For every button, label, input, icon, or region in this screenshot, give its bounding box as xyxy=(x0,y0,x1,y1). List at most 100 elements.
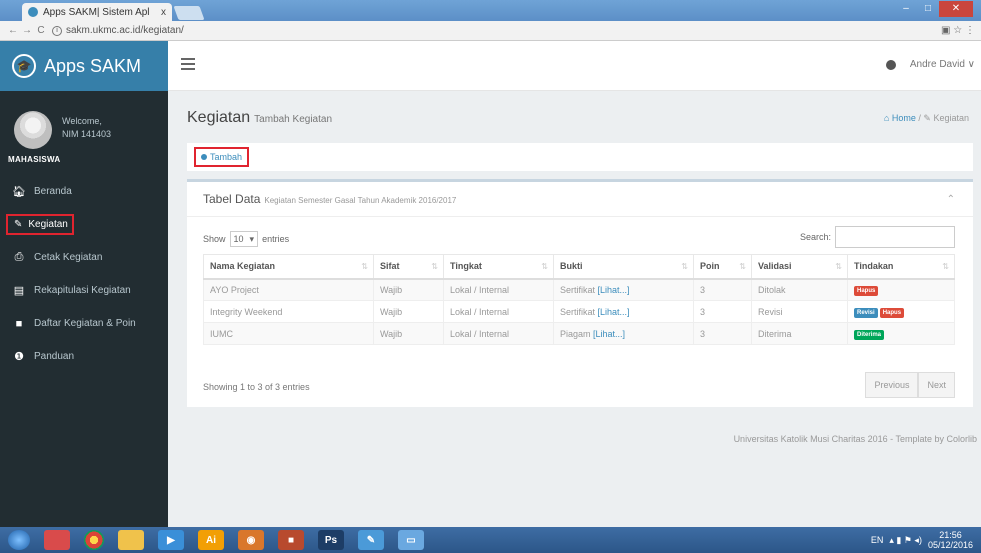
sidebar-item-cetak-kegiatan[interactable]: ⎙ Cetak Kegiatan xyxy=(0,241,168,274)
sidebar-menu: 🏠︎ Beranda ✎ Kegiatan ⎙ Cetak Kegiatan ▤ … xyxy=(0,175,168,373)
tab-close-icon[interactable]: x xyxy=(161,7,166,18)
column-header-sifat[interactable]: Sifat ⇅ xyxy=(373,254,444,280)
address-bar: ← → C i sakm.ukmc.ac.id/kegiatan/ ▣ ☆ ⋮ xyxy=(0,21,981,41)
breadcrumb-separator: / xyxy=(918,113,921,123)
printer-icon: ⎙ xyxy=(14,251,24,263)
language-indicator[interactable]: EN xyxy=(871,535,884,545)
brand-logo[interactable]: 🎓 Apps SAKM xyxy=(0,41,168,91)
column-header-nama-kegiatan[interactable]: Nama Kegiatan ⇅ xyxy=(203,254,374,280)
sort-icon: ⇅ xyxy=(431,262,438,271)
clock[interactable]: 21:56 05/12/2016 xyxy=(928,530,973,550)
column-header-poin[interactable]: Poin ⇅ xyxy=(693,254,752,280)
previous-button[interactable]: Previous xyxy=(865,372,919,398)
app-icon[interactable]: ■ xyxy=(278,530,304,550)
column-header-tingkat[interactable]: Tingkat ⇅ xyxy=(443,254,554,280)
search-input[interactable] xyxy=(835,226,955,248)
lihat-link[interactable]: [Lihat...] xyxy=(593,329,625,339)
sort-icon: ⇅ xyxy=(835,262,842,271)
system-tray: EN ▴ ▮ ⚑ ◂) 21:56 05/12/2016 xyxy=(871,530,973,550)
app-icon[interactable]: ▭ xyxy=(398,530,424,550)
panel-title: Tabel Data Kegiatan Semester Gasal Tahun … xyxy=(203,192,456,206)
start-button-icon[interactable] xyxy=(8,530,30,550)
cell-tindakan: Diterima xyxy=(847,322,955,345)
next-button[interactable]: Next xyxy=(918,372,955,398)
column-header-bukti[interactable]: Bukti ⇅ xyxy=(553,254,694,280)
browser-tab[interactable]: Apps SAKM| Sistem Apl x xyxy=(22,3,172,21)
sort-icon: ⇅ xyxy=(361,262,368,271)
sidebar-item-label: Daftar Kegiatan & Poin xyxy=(34,318,136,329)
column-header-label: Tingkat xyxy=(450,261,482,272)
entries-select-value: 10 xyxy=(233,234,244,244)
data-table-panel: Tabel Data Kegiatan Semester Gasal Tahun … xyxy=(187,179,973,407)
collapse-icon[interactable]: ⌃ xyxy=(947,194,955,205)
graduation-cap-icon: 🎓 xyxy=(12,54,36,78)
app-icon[interactable] xyxy=(44,530,70,550)
table-row: AYO Project Wajib Lokal / Internal Serti… xyxy=(203,278,955,301)
cell-nama: Integrity Weekend xyxy=(203,300,374,323)
cell-tingkat: Lokal / Internal xyxy=(443,278,554,301)
page-subtitle: Tambah Kegiatan xyxy=(254,114,333,125)
lihat-link[interactable]: [Lihat...] xyxy=(598,285,630,295)
cell-sifat: Wajib xyxy=(373,322,444,345)
search-label: Search: xyxy=(799,232,831,242)
plus-circle-icon xyxy=(201,154,207,160)
column-header-tindakan[interactable]: Tindakan ⇅ xyxy=(847,254,955,280)
tab-title: Apps SAKM| Sistem Apl xyxy=(43,6,150,18)
media-icon[interactable]: ◉ xyxy=(238,530,264,550)
photoshop-icon[interactable]: Ps xyxy=(318,530,344,550)
sidebar-item-label: ✎ Kegiatan xyxy=(6,214,74,235)
site-info-icon[interactable]: i xyxy=(52,25,62,36)
url-text: sakm.ukmc.ac.id/kegiatan/ xyxy=(66,25,184,36)
reload-button[interactable]: C xyxy=(34,25,48,36)
avatar xyxy=(14,111,52,149)
hapus-button[interactable]: Hapus xyxy=(854,285,879,296)
sidebar-item-daftar-kegiatan-poin[interactable]: ■ Daftar Kegiatan & Poin xyxy=(0,307,168,340)
show-entries: Show 10 ▾ entries xyxy=(203,231,289,247)
tray-icons[interactable]: ▴ ▮ ⚑ ◂) xyxy=(889,535,922,546)
url-field[interactable]: i sakm.ukmc.ac.id/kegiatan/ xyxy=(52,25,941,36)
sidebar-item-panduan[interactable]: ❶ Panduan xyxy=(0,340,168,373)
illustrator-icon[interactable]: Ai xyxy=(198,530,224,550)
sidebar-item-label: Beranda xyxy=(34,186,72,197)
table-info: Showing 1 to 3 of 3 entries xyxy=(203,382,310,392)
entries-select[interactable]: 10 ▾ xyxy=(229,231,259,247)
revisi-button[interactable]: Revisi xyxy=(854,307,878,318)
folder-icon[interactable] xyxy=(118,530,144,550)
column-header-validasi[interactable]: Validasi ⇅ xyxy=(751,254,848,280)
breadcrumb-home-label: Home xyxy=(891,113,916,123)
user-menu[interactable]: Andre David ∨ xyxy=(910,59,975,70)
lihat-link[interactable]: [Lihat...] xyxy=(598,307,630,317)
cell-bukti: Piagam [Lihat...] xyxy=(553,322,694,345)
breadcrumb-home[interactable]: ⌂ Home xyxy=(884,113,916,123)
column-header-label: Nama Kegiatan xyxy=(210,261,276,272)
cell-nama: IUMC xyxy=(203,322,374,345)
user-nim: NIM 141403 xyxy=(62,129,112,139)
cell-validasi: Revisi xyxy=(751,300,848,323)
media-player-icon[interactable]: ▶ xyxy=(158,530,184,550)
cell-validasi: Diterima xyxy=(751,322,848,345)
bukti-text: Sertifikat xyxy=(560,306,596,317)
minimize-button[interactable]: – xyxy=(895,1,917,17)
window-close-button[interactable]: ✕ xyxy=(939,1,973,17)
chrome-icon[interactable] xyxy=(84,530,104,550)
maximize-button[interactable]: □ xyxy=(917,1,939,17)
sidebar-item-kegiatan[interactable]: ✎ Kegiatan xyxy=(0,208,168,241)
document-icon: ▤ xyxy=(13,285,25,297)
sidebar-item-rekapitulasi-kegiatan[interactable]: ▤ Rekapitulasi Kegiatan xyxy=(0,274,168,307)
globe-icon[interactable] xyxy=(885,59,896,70)
sidebar-item-beranda[interactable]: 🏠︎ Beranda xyxy=(0,175,168,208)
cell-sifat: Wajib xyxy=(373,278,444,301)
forward-button[interactable]: → xyxy=(20,25,34,36)
navbar-right: Andre David ∨ xyxy=(885,59,975,70)
extension-icons[interactable]: ▣ ☆ ⋮ xyxy=(941,25,975,36)
sidebar-item-label: Cetak Kegiatan xyxy=(34,252,103,263)
hamburger-menu-icon[interactable] xyxy=(181,58,195,70)
hapus-button[interactable]: Hapus xyxy=(879,307,905,318)
app-icon[interactable]: ✎ xyxy=(358,530,384,550)
user-welcome: Welcome, NIM 141403 xyxy=(62,115,111,141)
diterima-badge[interactable]: Diterima xyxy=(854,329,885,340)
tambah-button[interactable]: Tambah xyxy=(194,147,250,167)
new-tab-button[interactable] xyxy=(173,6,205,20)
table-header-row: Nama Kegiatan ⇅ Sifat ⇅ Tingkat ⇅ Bukti ⇅ Po… xyxy=(203,254,955,280)
back-button[interactable]: ← xyxy=(6,25,20,36)
